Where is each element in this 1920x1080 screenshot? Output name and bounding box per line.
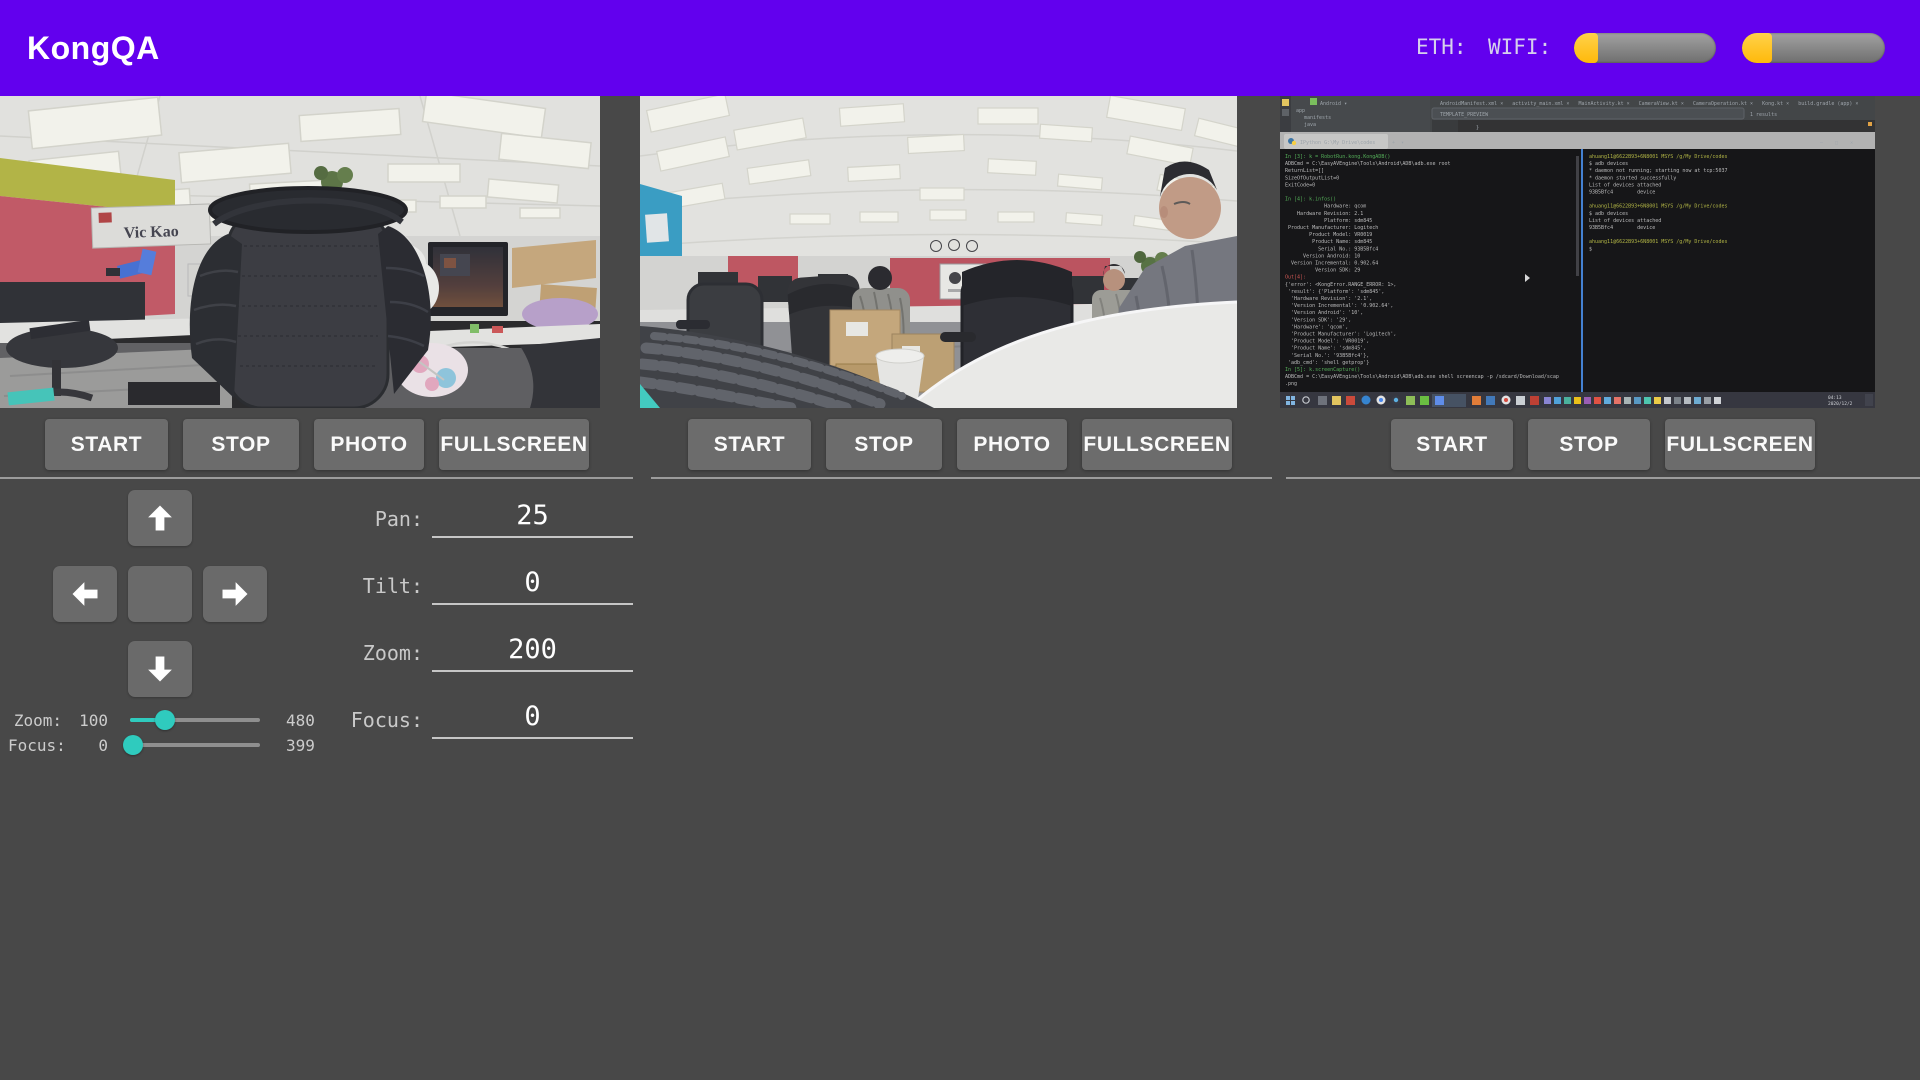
camera-3-controls: START STOP FULLSCREEN	[1391, 419, 1815, 470]
camera-2-scene	[640, 96, 1237, 408]
camera-3-start-button[interactable]: START	[1391, 419, 1513, 470]
tilt-input[interactable]: 0	[432, 567, 633, 605]
pan-field: Pan: 25	[280, 496, 635, 538]
camera-1-scene: Vic Kao	[0, 96, 600, 408]
pan-left-button[interactable]	[53, 566, 117, 622]
wifi-label: WIFI:	[1488, 35, 1551, 59]
camera-1-fullscreen-button[interactable]: FULLSCREEN	[439, 419, 589, 470]
zoom-label: Zoom:	[280, 641, 423, 672]
camera-2-fullscreen-button[interactable]: FULLSCREEN	[1082, 419, 1232, 470]
right-arrow-icon	[220, 579, 250, 609]
zoom-input[interactable]: 200	[432, 634, 633, 672]
camera-1-stop-button[interactable]: STOP	[183, 419, 299, 470]
wifi-signal-bar	[1742, 33, 1885, 63]
tilt-label: Tilt:	[280, 574, 423, 605]
app-header: KongQA ETH: WIFI:	[0, 0, 1920, 96]
zoom-slider-min: 100	[62, 711, 108, 730]
zoom-slider-row: Zoom: 100 480	[8, 707, 315, 733]
kongqa-app: KongQA ETH: WIFI:	[0, 0, 1920, 1080]
focus-slider-min: 0	[62, 736, 108, 755]
pan-right-button[interactable]	[203, 566, 267, 622]
camera-2-photo-button[interactable]: PHOTO	[957, 419, 1067, 470]
focus-input[interactable]: 0	[432, 701, 633, 739]
camera-2-start-button[interactable]: START	[688, 419, 811, 470]
tilt-field: Tilt: 0	[280, 563, 635, 605]
eth-signal-bar	[1574, 33, 1716, 63]
pan-label: Pan:	[280, 507, 423, 538]
camera-3-stop-button[interactable]: STOP	[1528, 419, 1650, 470]
pan-up-button[interactable]	[128, 490, 192, 546]
camera-1-controls: START STOP PHOTO FULLSCREEN	[45, 419, 589, 470]
camera-3-fullscreen-button[interactable]: FULLSCREEN	[1665, 419, 1815, 470]
camera-2-feed	[640, 96, 1237, 408]
focus-field: Focus: 0	[280, 697, 635, 739]
camera-1-photo-button[interactable]: PHOTO	[314, 419, 424, 470]
zoom-field: Zoom: 200	[280, 630, 635, 672]
zoom-slider-label: Zoom:	[8, 711, 62, 730]
zoom-slider-thumb[interactable]	[155, 710, 175, 730]
down-arrow-icon	[145, 654, 175, 684]
pan-input[interactable]: 25	[432, 500, 633, 538]
app-title: KongQA	[27, 30, 160, 67]
camera-3-scene: Android ▾ app manifests java AndroidMani…	[1280, 96, 1875, 408]
camera-1-feed: Vic Kao	[0, 96, 600, 408]
camera-1-start-button[interactable]: START	[45, 419, 168, 470]
panel-divider-3	[1286, 477, 1920, 479]
focus-slider[interactable]	[130, 732, 260, 758]
focus-slider-thumb[interactable]	[123, 735, 143, 755]
focus-slider-max: 399	[286, 736, 315, 755]
dpad-center-button[interactable]	[128, 566, 192, 622]
focus-slider-row: Focus: 0 399	[8, 732, 315, 758]
up-arrow-icon	[145, 503, 175, 533]
wifi-signal-fill	[1742, 33, 1772, 63]
eth-signal-fill	[1574, 33, 1598, 63]
tilt-down-button[interactable]	[128, 641, 192, 697]
zoom-slider-max: 480	[286, 711, 315, 730]
camera-2-stop-button[interactable]: STOP	[826, 419, 942, 470]
camera-3-feed: Android ▾ app manifests java AndroidMani…	[1280, 96, 1875, 408]
camera-2-controls: START STOP PHOTO FULLSCREEN	[688, 419, 1232, 470]
focus-slider-label: Focus:	[8, 736, 62, 755]
panel-divider-1	[0, 477, 633, 479]
left-arrow-icon	[70, 579, 100, 609]
zoom-slider[interactable]	[130, 707, 260, 733]
eth-label: ETH:	[1416, 35, 1467, 59]
panel-divider-2	[651, 477, 1272, 479]
